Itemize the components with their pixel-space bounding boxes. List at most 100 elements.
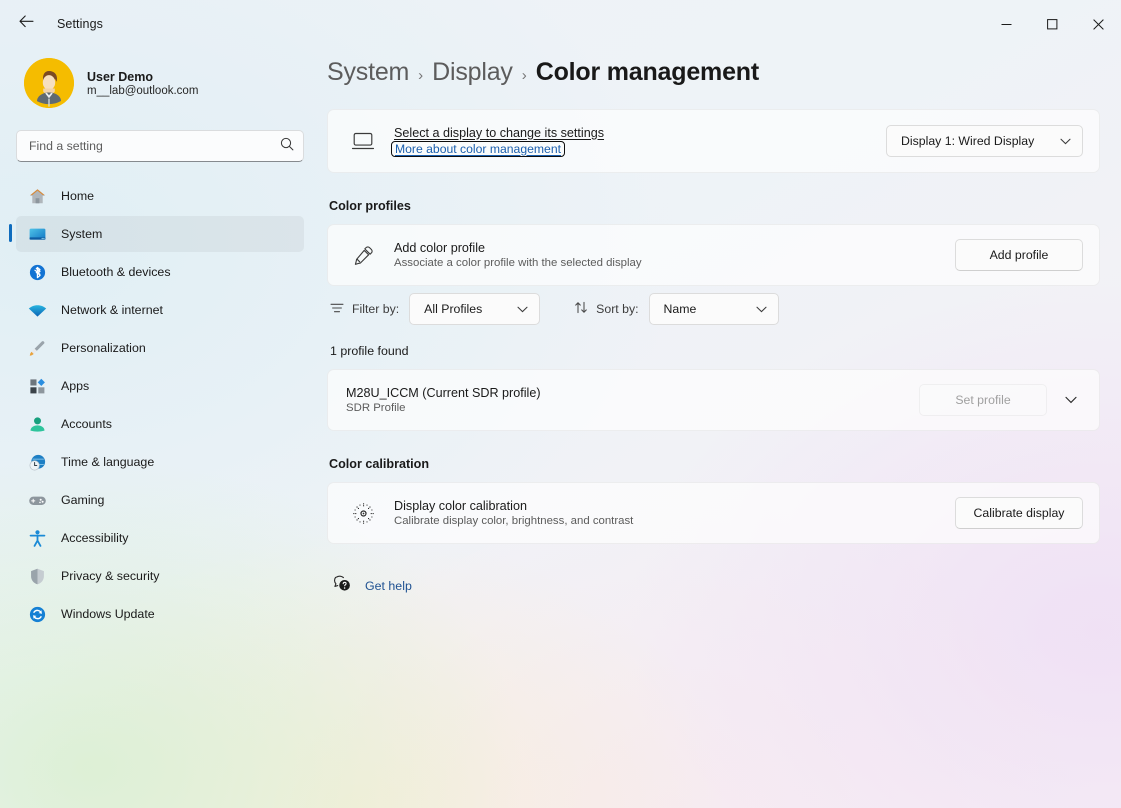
minimize-button[interactable] <box>983 0 1029 48</box>
sort-arrows-icon <box>574 301 588 317</box>
filter-icon <box>330 302 344 317</box>
color-profiles-heading: Color profiles <box>329 199 411 213</box>
window-controls <box>983 0 1121 48</box>
add-profile-texts: Add color profile Associate a color prof… <box>394 241 955 269</box>
set-profile-button[interactable]: Set profile <box>919 384 1047 416</box>
calibrate-display-button[interactable]: Calibrate display <box>955 497 1083 529</box>
paintbrush-icon <box>28 339 47 358</box>
breadcrumb-separator: › <box>418 67 424 84</box>
filter-by-value: All Profiles <box>424 302 483 316</box>
sidebar-item-system[interactable]: System <box>9 216 304 252</box>
profile-texts: M28U_ICCM (Current SDR profile) SDR Prof… <box>346 386 919 414</box>
bluetooth-icon <box>28 263 47 282</box>
breadcrumb-display[interactable]: Display <box>432 58 513 87</box>
display-selection-card: Select a display to change its settings … <box>327 109 1100 173</box>
sidebar-item-apps[interactable]: Apps <box>16 368 304 404</box>
chevron-down-icon <box>1060 134 1071 148</box>
sort-by-dropdown[interactable]: Name <box>648 293 779 325</box>
display-card-heading: Select a display to change its settings <box>394 125 605 140</box>
filter-by-dropdown[interactable]: All Profiles <box>409 293 541 325</box>
search-box[interactable] <box>16 130 304 162</box>
account-block[interactable]: User Demo m__lab@outlook.com <box>16 48 304 122</box>
clock-globe-icon <box>28 453 47 472</box>
eyedropper-icon <box>346 244 380 267</box>
filter-by-label-group: Filter by: <box>330 302 399 317</box>
sort-by-label: Sort by: <box>596 302 639 316</box>
display-color-calibration-card: Display color calibration Calibrate disp… <box>327 482 1100 544</box>
sidebar-item-personalization[interactable]: Personalization <box>16 330 304 366</box>
sidebar-item-label: Network & internet <box>61 303 163 317</box>
maximize-button[interactable] <box>1029 0 1075 48</box>
search-input[interactable] <box>29 139 280 153</box>
sidebar-item-label: Accessibility <box>61 531 129 545</box>
account-email: m__lab@outlook.com <box>87 84 199 97</box>
sidebar-item-label: Privacy & security <box>61 569 160 583</box>
home-icon <box>28 187 47 206</box>
get-help-link[interactable]: Get help <box>333 574 412 598</box>
sidebar-item-label: Apps <box>61 379 90 393</box>
chevron-down-icon <box>1065 391 1077 409</box>
back-button[interactable] <box>8 8 44 40</box>
sidebar: User Demo m__lab@outlook.com Find a sett… <box>0 48 320 808</box>
sidebar-item-home[interactable]: Home <box>16 178 304 214</box>
sidebar-item-label: Home <box>61 189 95 203</box>
main-content: System › Display › Color management Sele… <box>320 48 1121 808</box>
app-title: Settings <box>57 17 103 31</box>
search-icon <box>280 137 294 156</box>
sidebar-item-network-internet[interactable]: Network & internet <box>16 292 304 328</box>
display-select-dropdown[interactable]: Display 1: Wired Display <box>886 125 1083 157</box>
breadcrumb: System › Display › Color management <box>327 48 1100 109</box>
add-color-profile-card: Add color profile Associate a color prof… <box>327 224 1100 286</box>
sidebar-item-accessibility[interactable]: Accessibility <box>16 520 304 556</box>
chevron-down-icon <box>756 302 767 316</box>
sort-by-value: Name <box>663 302 697 316</box>
sort-by-label-group: Sort by: <box>574 301 639 317</box>
breadcrumb-system[interactable]: System <box>327 58 409 87</box>
color-calibration-heading: Color calibration <box>329 457 430 471</box>
chevron-down-icon <box>517 302 528 316</box>
calibration-subtitle: Calibrate display color, brightness, and… <box>394 515 634 527</box>
sidebar-item-windows-update[interactable]: Windows Update <box>16 596 304 632</box>
sidebar-item-time-language[interactable]: Time & language <box>16 444 304 480</box>
sidebar-item-privacy-security[interactable]: Privacy & security <box>16 558 304 594</box>
wifi-icon <box>28 301 47 320</box>
back-arrow-icon <box>18 15 34 33</box>
person-icon <box>28 415 47 434</box>
display-select-value: Display 1: Wired Display <box>901 134 1035 148</box>
get-help-label: Get help <box>365 579 412 593</box>
expand-profile-button[interactable] <box>1055 384 1087 416</box>
display-card-texts: Select a display to change its settings … <box>391 125 886 157</box>
sidebar-item-gaming[interactable]: Gaming <box>16 482 304 518</box>
sidebar-item-label: System <box>61 227 103 241</box>
close-button[interactable] <box>1075 0 1121 48</box>
profile-count-text: 1 profile found <box>330 344 409 358</box>
account-text: User Demo m__lab@outlook.com <box>87 70 198 97</box>
sidebar-item-label: Bluetooth & devices <box>61 265 171 279</box>
sidebar-item-label: Time & language <box>61 455 155 469</box>
breadcrumb-separator: › <box>521 67 527 84</box>
sidebar-item-label: Accounts <box>61 417 112 431</box>
calibration-texts: Display color calibration Calibrate disp… <box>394 499 955 527</box>
app-shell: User Demo m__lab@outlook.com Find a sett… <box>0 48 1121 808</box>
page-title: Color management <box>535 58 759 86</box>
brightness-icon <box>346 502 380 525</box>
profile-type: SDR Profile <box>346 402 406 414</box>
monitor-icon <box>346 130 380 152</box>
profile-name: M28U_ICCM (Current SDR profile) <box>346 386 541 400</box>
sidebar-item-label: Gaming <box>61 493 105 507</box>
table-row[interactable]: M28U_ICCM (Current SDR profile) SDR Prof… <box>327 369 1100 431</box>
sidebar-item-label: Personalization <box>61 341 146 355</box>
sidebar-item-accounts[interactable]: Accounts <box>16 406 304 442</box>
sidebar-item-bluetooth-devices[interactable]: Bluetooth & devices <box>16 254 304 290</box>
more-about-color-management-link[interactable]: More about color management <box>391 140 565 157</box>
system-monitor-icon <box>28 225 47 244</box>
add-profile-button[interactable]: Add profile <box>955 239 1083 271</box>
sidebar-item-label: Windows Update <box>61 607 155 621</box>
gamepad-icon <box>28 491 47 510</box>
add-profile-title: Add color profile <box>394 241 486 255</box>
calibration-title: Display color calibration <box>394 499 527 513</box>
add-profile-subtitle: Associate a color profile with the selec… <box>394 257 642 269</box>
update-refresh-icon <box>28 605 47 624</box>
apps-icon <box>28 377 47 396</box>
